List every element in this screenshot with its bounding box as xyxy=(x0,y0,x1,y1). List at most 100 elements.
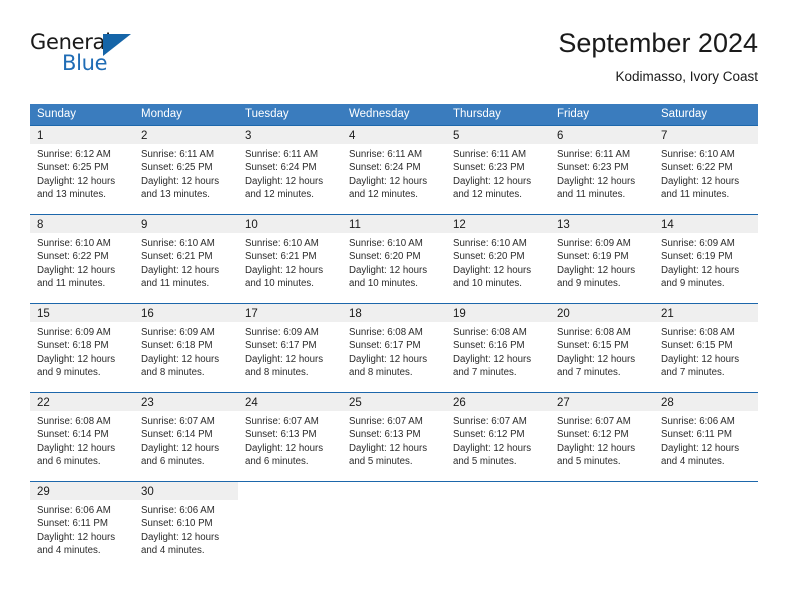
date-band: 12 xyxy=(446,215,550,233)
date-number: 22 xyxy=(37,397,50,409)
daylight-text-line1: Daylight: 12 hours xyxy=(37,442,116,454)
day-cell[interactable]: 25 Sunrise: 6:07 AM Sunset: 6:13 PM Dayl… xyxy=(342,393,446,481)
day-cell[interactable]: 28 Sunrise: 6:06 AM Sunset: 6:11 PM Dayl… xyxy=(654,393,758,481)
daylight-text-line2: and 5 minutes. xyxy=(453,455,517,467)
date-band: 8 xyxy=(30,215,134,233)
logo-text-blue: Blue xyxy=(62,51,108,75)
sunrise-text: Sunrise: 6:10 AM xyxy=(245,238,319,249)
date-band: 15 xyxy=(30,304,134,322)
sunrise-text: Sunrise: 6:11 AM xyxy=(141,149,215,160)
day-cell[interactable]: 20 Sunrise: 6:08 AM Sunset: 6:15 PM Dayl… xyxy=(550,304,654,392)
calendar-table: Sunday Monday Tuesday Wednesday Thursday… xyxy=(30,104,758,570)
day-body: Sunrise: 6:10 AM Sunset: 6:20 PM Dayligh… xyxy=(446,233,550,290)
date-number: 30 xyxy=(141,486,154,498)
day-body: Sunrise: 6:07 AM Sunset: 6:12 PM Dayligh… xyxy=(446,411,550,468)
daylight-text-line1: Daylight: 12 hours xyxy=(141,175,220,187)
daylight-text-line1: Daylight: 12 hours xyxy=(661,442,740,454)
weekday-header-row: Sunday Monday Tuesday Wednesday Thursday… xyxy=(30,104,758,125)
daylight-text-line1: Daylight: 12 hours xyxy=(453,442,532,454)
day-body: Sunrise: 6:07 AM Sunset: 6:12 PM Dayligh… xyxy=(550,411,654,468)
sunset-text: Sunset: 6:22 PM xyxy=(37,251,109,263)
day-cell[interactable]: 18 Sunrise: 6:08 AM Sunset: 6:17 PM Dayl… xyxy=(342,304,446,392)
day-cell[interactable]: 2 Sunrise: 6:11 AM Sunset: 6:25 PM Dayli… xyxy=(134,126,238,214)
day-cell[interactable]: 4 Sunrise: 6:11 AM Sunset: 6:24 PM Dayli… xyxy=(342,126,446,214)
day-cell[interactable]: 16 Sunrise: 6:09 AM Sunset: 6:18 PM Dayl… xyxy=(134,304,238,392)
daylight-text-line1: Daylight: 12 hours xyxy=(453,264,532,276)
date-number: 24 xyxy=(245,397,258,409)
day-cell[interactable]: 14 Sunrise: 6:09 AM Sunset: 6:19 PM Dayl… xyxy=(654,215,758,303)
date-band: 23 xyxy=(134,393,238,411)
day-cell[interactable]: 1 Sunrise: 6:12 AM Sunset: 6:25 PM Dayli… xyxy=(30,126,134,214)
daylight-text-line1: Daylight: 12 hours xyxy=(349,175,428,187)
daylight-text-line2: and 5 minutes. xyxy=(349,455,413,467)
day-cell[interactable]: 24 Sunrise: 6:07 AM Sunset: 6:13 PM Dayl… xyxy=(238,393,342,481)
date-number: 18 xyxy=(349,308,362,320)
day-cell[interactable]: 30 Sunrise: 6:06 AM Sunset: 6:10 PM Dayl… xyxy=(134,482,238,570)
day-cell[interactable]: 15 Sunrise: 6:09 AM Sunset: 6:18 PM Dayl… xyxy=(30,304,134,392)
date-number: 25 xyxy=(349,397,362,409)
sunset-text: Sunset: 6:11 PM xyxy=(37,518,108,530)
day-cell[interactable]: 23 Sunrise: 6:07 AM Sunset: 6:14 PM Dayl… xyxy=(134,393,238,481)
daylight-text-line2: and 8 minutes. xyxy=(245,366,309,378)
daylight-text-line2: and 4 minutes. xyxy=(661,455,725,467)
date-band: 18 xyxy=(342,304,446,322)
daylight-text-line1: Daylight: 12 hours xyxy=(557,353,636,365)
day-cell[interactable]: 22 Sunrise: 6:08 AM Sunset: 6:14 PM Dayl… xyxy=(30,393,134,481)
page-title: September 2024 xyxy=(558,28,758,58)
date-band: 22 xyxy=(30,393,134,411)
day-cell[interactable]: 6 Sunrise: 6:11 AM Sunset: 6:23 PM Dayli… xyxy=(550,126,654,214)
daylight-text-line2: and 7 minutes. xyxy=(661,366,725,378)
date-band: 28 xyxy=(654,393,758,411)
daylight-text-line1: Daylight: 12 hours xyxy=(349,353,428,365)
sunrise-text: Sunrise: 6:07 AM xyxy=(453,416,527,427)
day-body: Sunrise: 6:09 AM Sunset: 6:19 PM Dayligh… xyxy=(550,233,654,290)
day-cell[interactable]: 17 Sunrise: 6:09 AM Sunset: 6:17 PM Dayl… xyxy=(238,304,342,392)
daylight-text-line1: Daylight: 12 hours xyxy=(661,175,740,187)
sunrise-text: Sunrise: 6:08 AM xyxy=(37,416,111,427)
day-cell-empty xyxy=(550,482,654,570)
sunset-text: Sunset: 6:15 PM xyxy=(661,340,733,352)
day-cell[interactable]: 7 Sunrise: 6:10 AM Sunset: 6:22 PM Dayli… xyxy=(654,126,758,214)
general-blue-logo[interactable]: General Blue xyxy=(30,30,140,82)
date-number: 20 xyxy=(557,308,570,320)
day-cell[interactable]: 13 Sunrise: 6:09 AM Sunset: 6:19 PM Dayl… xyxy=(550,215,654,303)
day-cell[interactable]: 5 Sunrise: 6:11 AM Sunset: 6:23 PM Dayli… xyxy=(446,126,550,214)
day-cell[interactable]: 27 Sunrise: 6:07 AM Sunset: 6:12 PM Dayl… xyxy=(550,393,654,481)
sunset-text: Sunset: 6:20 PM xyxy=(349,251,421,263)
day-cell[interactable]: 3 Sunrise: 6:11 AM Sunset: 6:24 PM Dayli… xyxy=(238,126,342,214)
sunrise-text: Sunrise: 6:08 AM xyxy=(661,327,735,338)
day-cell[interactable]: 11 Sunrise: 6:10 AM Sunset: 6:20 PM Dayl… xyxy=(342,215,446,303)
daylight-text-line2: and 5 minutes. xyxy=(557,455,621,467)
date-band: 16 xyxy=(134,304,238,322)
daylight-text-line1: Daylight: 12 hours xyxy=(557,175,636,187)
sunset-text: Sunset: 6:19 PM xyxy=(661,251,733,263)
daylight-text-line1: Daylight: 12 hours xyxy=(141,264,220,276)
date-band: 6 xyxy=(550,126,654,144)
day-cell[interactable]: 26 Sunrise: 6:07 AM Sunset: 6:12 PM Dayl… xyxy=(446,393,550,481)
sunrise-text: Sunrise: 6:06 AM xyxy=(661,416,735,427)
day-body: Sunrise: 6:10 AM Sunset: 6:20 PM Dayligh… xyxy=(342,233,446,290)
date-number: 13 xyxy=(557,219,570,231)
sunset-text: Sunset: 6:17 PM xyxy=(245,340,317,352)
sunset-text: Sunset: 6:14 PM xyxy=(141,429,213,441)
day-cell[interactable]: 19 Sunrise: 6:08 AM Sunset: 6:16 PM Dayl… xyxy=(446,304,550,392)
day-cell[interactable]: 12 Sunrise: 6:10 AM Sunset: 6:20 PM Dayl… xyxy=(446,215,550,303)
daylight-text-line1: Daylight: 12 hours xyxy=(245,442,324,454)
day-cell[interactable]: 29 Sunrise: 6:06 AM Sunset: 6:11 PM Dayl… xyxy=(30,482,134,570)
page-header: General Blue September 2024 Kodimasso, I… xyxy=(30,26,758,96)
day-cell[interactable]: 10 Sunrise: 6:10 AM Sunset: 6:21 PM Dayl… xyxy=(238,215,342,303)
date-number: 3 xyxy=(245,130,252,142)
sunset-text: Sunset: 6:16 PM xyxy=(453,340,525,352)
date-band: 4 xyxy=(342,126,446,144)
day-cell[interactable]: 8 Sunrise: 6:10 AM Sunset: 6:22 PM Dayli… xyxy=(30,215,134,303)
day-cell[interactable]: 21 Sunrise: 6:08 AM Sunset: 6:15 PM Dayl… xyxy=(654,304,758,392)
day-cell[interactable]: 9 Sunrise: 6:10 AM Sunset: 6:21 PM Dayli… xyxy=(134,215,238,303)
daylight-text-line1: Daylight: 12 hours xyxy=(661,353,740,365)
daylight-text-line1: Daylight: 12 hours xyxy=(557,264,636,276)
daylight-text-line2: and 9 minutes. xyxy=(661,277,725,289)
date-number: 14 xyxy=(661,219,674,231)
sunset-text: Sunset: 6:19 PM xyxy=(557,251,629,263)
week-row: 8 Sunrise: 6:10 AM Sunset: 6:22 PM Dayli… xyxy=(30,214,758,303)
day-body: Sunrise: 6:10 AM Sunset: 6:22 PM Dayligh… xyxy=(30,233,134,290)
sunrise-text: Sunrise: 6:11 AM xyxy=(453,149,527,160)
